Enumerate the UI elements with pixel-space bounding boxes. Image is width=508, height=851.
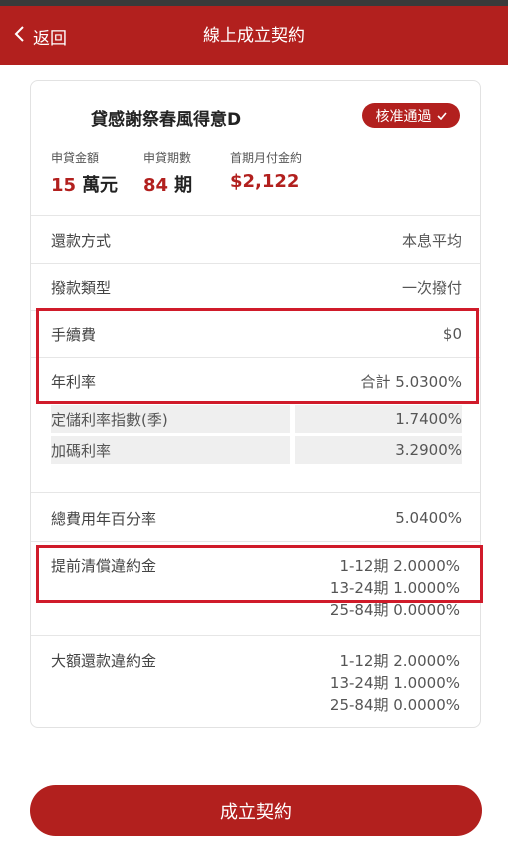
row-fee: 手續費 $0	[51, 311, 462, 357]
large-repayment-penalty-values: 1-12期 2.0000% 13-24期 1.0000% 25-84期 0.00…	[330, 650, 460, 716]
row-annual-rate: 年利率 合計 5.0300%	[51, 358, 462, 404]
row-value: 合計 5.0300%	[360, 372, 462, 391]
sub-rate-base-label: 定儲利率指數(季)	[51, 405, 290, 433]
row-label: 總費用年百分率	[51, 509, 157, 528]
divider	[31, 492, 480, 493]
summary-first-payment: 首期月付金約 $2,122	[230, 149, 302, 192]
penalty-tier: 1-12期 2.0000%	[339, 652, 460, 670]
row-repayment-method: 還款方式 本息平均	[51, 217, 462, 263]
sub-rate-label: 加碼利率	[51, 441, 112, 460]
row-value: $0	[442, 325, 462, 343]
sub-rate-add-label: 加碼利率	[51, 436, 290, 464]
divider	[31, 541, 480, 542]
row-value: 本息平均	[401, 231, 462, 250]
row-value: 一次撥付	[401, 278, 462, 297]
summary-label: 申貸金額	[51, 151, 100, 165]
divider	[31, 635, 480, 636]
row-label: 撥款類型	[51, 278, 112, 297]
row-label: 手續費	[51, 325, 97, 344]
summary-loan-amount: 申貸金額 15 萬元	[51, 149, 118, 197]
row-disbursement-type: 撥款類型 一次撥付	[51, 264, 462, 310]
status-badge: 核准通過	[362, 103, 460, 128]
penalty-tier: 13-24期 1.0000%	[329, 674, 460, 692]
sub-rate-value: 1.7400%	[395, 410, 462, 428]
summary-value: 84	[143, 175, 169, 196]
row-apr: 總費用年百分率 5.0400%	[51, 495, 462, 541]
penalty-tier: 1-12期 2.0000%	[339, 557, 460, 575]
penalty-tier: 25-84期 0.0000%	[329, 696, 460, 714]
app-header: 返回 線上成立契約	[0, 6, 508, 65]
sub-rate-value: 3.2900%	[395, 441, 462, 459]
penalty-tier: 25-84期 0.0000%	[329, 601, 460, 619]
prepayment-penalty-label: 提前清償違約金	[51, 557, 157, 575]
submit-contract-button[interactable]: 成立契約	[30, 785, 482, 836]
divider	[31, 215, 480, 216]
summary-loan-term: 申貸期數 84 期	[143, 149, 192, 197]
penalty-tier: 13-24期 1.0000%	[329, 579, 460, 597]
page-title: 線上成立契約	[203, 26, 305, 46]
summary-value: $2,122	[230, 171, 300, 192]
contract-card: 貸感謝祭春風得意D 核准通過 申貸金額 15 萬元 申貸期數 84 期 首期月付金約…	[30, 80, 481, 728]
status-badge-label: 核准通過	[375, 108, 432, 125]
sub-rate-add-value: 3.2900%	[295, 436, 462, 464]
summary-value: 15	[51, 175, 77, 196]
row-value: 5.0400%	[395, 509, 462, 527]
row-label: 年利率	[51, 372, 97, 391]
large-repayment-penalty-label: 大額還款違約金	[51, 652, 157, 670]
page-body: 貸感謝祭春風得意D 核准通過 申貸金額 15 萬元 申貸期數 84 期 首期月付金約…	[0, 65, 508, 851]
product-name: 貸感謝祭春風得意D	[91, 110, 242, 130]
summary-unit: 萬元	[82, 175, 119, 196]
sub-rate-base-value: 1.7400%	[295, 405, 462, 433]
sub-rate-label: 定儲利率指數(季)	[51, 410, 168, 429]
summary-label: 首期月付金約	[230, 151, 303, 165]
prepayment-penalty-values: 1-12期 2.0000% 13-24期 1.0000% 25-84期 0.00…	[330, 555, 460, 621]
summary-label: 申貸期數	[143, 151, 192, 165]
summary-unit: 期	[174, 175, 193, 196]
row-label: 還款方式	[51, 231, 112, 250]
check-icon	[432, 108, 447, 124]
